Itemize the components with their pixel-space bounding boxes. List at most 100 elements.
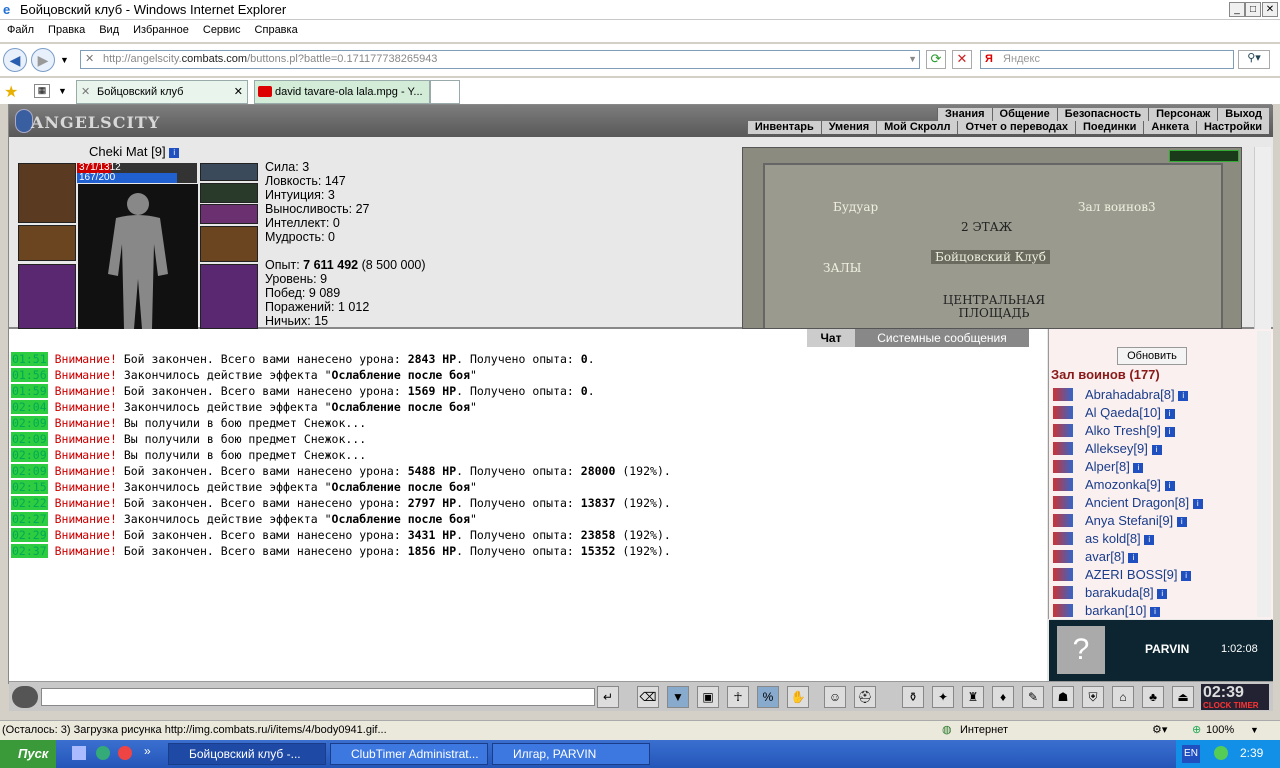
info-icon[interactable]: i (169, 147, 180, 158)
map-halls-link[interactable]: ЗАЛЫ (823, 261, 861, 275)
map-boudoir-link[interactable]: Будуар (833, 200, 878, 214)
user-list-item[interactable]: as kold[8] i (1085, 531, 1155, 546)
map-warriors-hall-link[interactable]: Зал воинов3 (1078, 200, 1156, 214)
save-icon[interactable]: ▣ (697, 686, 719, 708)
chrome-icon[interactable] (118, 746, 132, 760)
info-icon[interactable]: i (1181, 570, 1192, 581)
helmet-icon[interactable]: ⛑ (854, 686, 876, 708)
menu-fights[interactable]: Поединки (1074, 121, 1144, 134)
eraser-icon[interactable]: ⌫ (637, 686, 659, 708)
info-icon[interactable]: i (1144, 534, 1155, 545)
info-icon[interactable]: i (1128, 552, 1139, 563)
menu-character[interactable]: Персонаж (1148, 108, 1218, 121)
message-time[interactable]: 02:29 (11, 528, 48, 542)
refresh-button[interactable]: Обновить (1117, 347, 1187, 365)
status-zoom[interactable]: 100% (1206, 721, 1234, 739)
tab-active[interactable]: ✕ Бойцовский клуб ✕ (76, 80, 248, 104)
refresh-icon[interactable]: ⟳ (926, 50, 946, 69)
message-time[interactable]: 02:27 (11, 512, 48, 526)
app-icon[interactable] (96, 746, 110, 760)
menu-transfers[interactable]: Отчет о переводах (957, 121, 1075, 134)
menu-view[interactable]: Вид (92, 20, 126, 36)
map-scrollbar[interactable] (1254, 147, 1271, 329)
info-icon[interactable]: i (1164, 426, 1175, 437)
mask-icon[interactable]: ☗ (1052, 686, 1074, 708)
message-time[interactable]: 02:09 (11, 448, 48, 462)
exit-icon[interactable]: ⏏ (1172, 686, 1194, 708)
user-list-item[interactable]: Ancient Dragon[8] i (1085, 495, 1203, 510)
search-icon[interactable]: ⚲▾ (1238, 50, 1270, 69)
quick-tabs-icon[interactable]: ▦ (34, 84, 50, 98)
menu-scroll[interactable]: Мой Скролл (876, 121, 958, 134)
stop-icon[interactable]: ✕ (952, 50, 972, 69)
private-message-icon[interactable] (1053, 460, 1073, 473)
info-icon[interactable]: i (1133, 462, 1144, 473)
private-message-icon[interactable] (1053, 496, 1073, 509)
private-message-icon[interactable] (1053, 424, 1073, 437)
fighter-icon[interactable]: ☥ (727, 686, 749, 708)
maximize-button[interactable]: □ (1245, 2, 1261, 17)
protected-mode-icon[interactable]: ⚙▾ (1152, 721, 1167, 739)
menu-exit[interactable]: Выход (1217, 108, 1269, 121)
bag-icon-2[interactable]: ♜ (962, 686, 984, 708)
info-icon[interactable]: i (1192, 498, 1203, 509)
hand-icon[interactable]: ✋ (787, 686, 809, 708)
filter-icon[interactable]: ▼ (667, 686, 689, 708)
armor-icon[interactable]: ♦ (992, 686, 1014, 708)
private-message-icon[interactable] (1053, 550, 1073, 563)
message-time[interactable]: 02:04 (11, 400, 48, 414)
info-icon[interactable]: i (1164, 408, 1175, 419)
send-icon[interactable]: ↵ (597, 686, 619, 708)
security-icon[interactable] (1214, 746, 1228, 760)
private-message-icon[interactable] (1053, 604, 1073, 617)
menu-help[interactable]: Справка (248, 20, 305, 36)
private-message-icon[interactable] (1053, 568, 1073, 581)
rings-slot[interactable] (200, 204, 258, 224)
user-list-item[interactable]: AZERI BOSS[9] i (1085, 567, 1192, 582)
info-icon[interactable]: i (1151, 444, 1162, 455)
private-message-icon[interactable] (1053, 532, 1073, 545)
info-icon[interactable]: i (1176, 516, 1187, 527)
shield-icon[interactable]: ⛨ (1082, 686, 1104, 708)
userlist-scrollbar[interactable] (1257, 331, 1271, 617)
message-time[interactable]: 01:56 (11, 368, 48, 382)
taskbar-item-chat[interactable]: Илгар, PARVIN (492, 743, 650, 765)
forward-button[interactable]: ▶ (31, 48, 55, 72)
message-time[interactable]: 02:37 (11, 544, 48, 558)
message-time[interactable]: 01:59 (11, 384, 48, 398)
menu-communication[interactable]: Общение (991, 108, 1057, 121)
user-list-item[interactable]: barakuda[8] i (1085, 585, 1168, 600)
user-list-item[interactable]: barkan[10] i (1085, 603, 1161, 618)
user-list-item[interactable]: Anya Stefani[9] i (1085, 513, 1187, 528)
message-time[interactable]: 02:09 (11, 416, 48, 430)
amulet-slot[interactable] (200, 183, 258, 203)
lang-indicator[interactable]: EN (1182, 745, 1200, 763)
house-icon[interactable]: ⌂ (1112, 686, 1134, 708)
tab-close-icon[interactable]: ✕ (234, 81, 243, 103)
user-list-item[interactable]: Alleksey[9] i (1085, 441, 1162, 456)
menu-knowledge[interactable]: Знания (937, 108, 992, 121)
more-icon[interactable]: » (144, 744, 151, 758)
search-input[interactable]: Я Яндекс (980, 50, 1234, 69)
gloves-slot[interactable] (18, 225, 76, 261)
taskbar-item-browser[interactable]: Бойцовский клуб -... (168, 743, 326, 765)
info-icon[interactable]: i (1157, 588, 1168, 599)
private-message-icon[interactable] (1053, 478, 1073, 491)
percent-icon[interactable]: % (757, 686, 779, 708)
group-icon[interactable]: ♣ (1142, 686, 1164, 708)
address-bar[interactable]: ✕ http://angelscity.combats.com/buttons.… (80, 50, 920, 69)
message-time[interactable]: 02:15 (11, 480, 48, 494)
zoom-dropdown-icon[interactable]: ▼ (1250, 721, 1259, 739)
minimize-button[interactable]: _ (1229, 2, 1245, 17)
user-list-item[interactable]: Abrahadabra[8] i (1085, 387, 1189, 402)
tab-chat[interactable]: Чат (807, 329, 855, 347)
tab-list-dropdown-icon[interactable]: ▼ (58, 86, 67, 96)
user-list-item[interactable]: Al Qaeda[10] i (1085, 405, 1175, 420)
menu-security[interactable]: Безопасность (1056, 108, 1149, 121)
menu-edit[interactable]: Правка (41, 20, 92, 36)
info-icon[interactable]: i (1164, 480, 1175, 491)
start-button[interactable]: Пуск (0, 740, 56, 768)
user-list-item[interactable]: Alko Tresh[9] i (1085, 423, 1175, 438)
message-time[interactable]: 02:09 (11, 432, 48, 446)
back-button[interactable]: ◀ (3, 48, 27, 72)
